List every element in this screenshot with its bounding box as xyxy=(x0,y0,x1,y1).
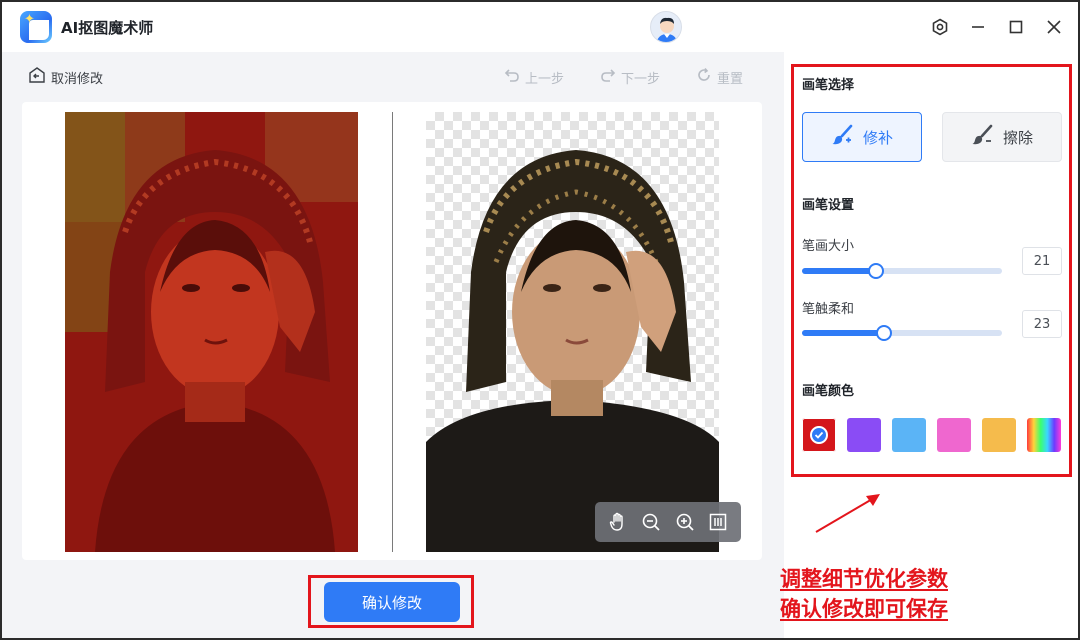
editing-canvas[interactable] xyxy=(22,102,762,560)
title-bar: ✦ AI抠图魔术师 xyxy=(2,2,1078,52)
maximize-icon[interactable] xyxy=(1004,15,1028,39)
undo-label: 上一步 xyxy=(525,71,565,87)
settings-icon[interactable] xyxy=(928,15,952,39)
app-title: AI抠图魔术师 xyxy=(61,19,154,37)
redo-label: 下一步 xyxy=(621,71,661,87)
reset-button[interactable]: 重置 xyxy=(696,64,743,90)
cancel-edit-label: 取消修改 xyxy=(51,71,104,87)
edit-toolbar: 取消修改 上一步 下一步 重置 xyxy=(22,64,762,90)
cancel-edit-icon xyxy=(28,66,46,88)
close-icon[interactable] xyxy=(1042,15,1066,39)
undo-button[interactable]: 上一步 xyxy=(504,64,564,90)
cutout-result-photo[interactable] xyxy=(426,112,719,552)
reset-label: 重置 xyxy=(717,71,744,87)
panel-highlight-box xyxy=(791,64,1072,477)
zoom-out-icon[interactable] xyxy=(638,509,664,535)
fit-screen-icon[interactable] xyxy=(705,509,731,535)
minimize-icon[interactable] xyxy=(966,15,990,39)
reset-icon xyxy=(696,67,712,87)
app-logo-icon: ✦ xyxy=(20,11,52,43)
hand-icon[interactable] xyxy=(605,509,631,535)
app-window: ✦ AI抠图魔术师 取消修改 上一步 下一步 重置 确认修改 画笔选择 修补 擦… xyxy=(0,0,1080,640)
annotation-line-2: 确认修改即可保存 xyxy=(780,596,948,621)
confirm-edit-button[interactable]: 确认修改 xyxy=(324,582,460,622)
zoom-toolbar xyxy=(595,502,741,542)
compare-divider xyxy=(392,112,393,552)
cancel-edit-button[interactable]: 取消修改 xyxy=(28,64,103,90)
undo-icon xyxy=(504,67,520,87)
annotation-line-1: 调整细节优化参数 xyxy=(780,566,948,591)
redo-button[interactable]: 下一步 xyxy=(600,64,660,90)
annotation-arrow xyxy=(808,488,888,542)
original-photo-with-mask[interactable] xyxy=(65,112,358,552)
redo-icon xyxy=(600,67,616,87)
zoom-in-icon[interactable] xyxy=(672,509,698,535)
user-avatar[interactable] xyxy=(650,11,682,43)
